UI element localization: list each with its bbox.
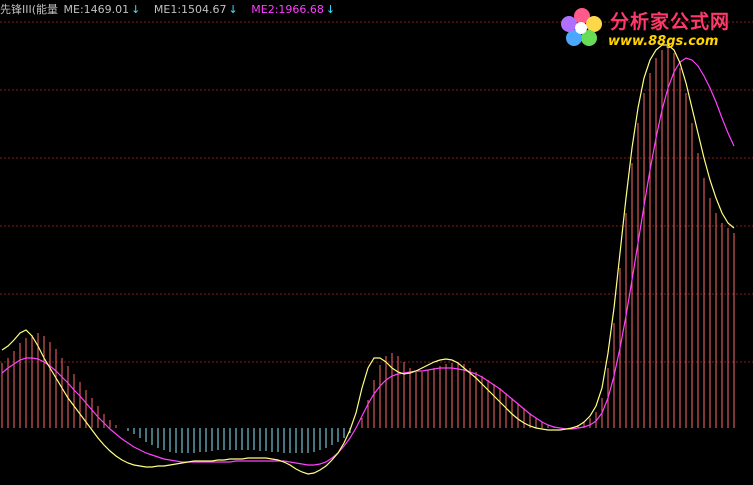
- flower-icon: [561, 8, 602, 46]
- histogram-bars: [1, 48, 735, 453]
- me1-value: ME1:1504.67: [153, 3, 227, 16]
- logo-url: www.88gs.com: [608, 34, 719, 49]
- indicator-header: 先锋III(能量 ME:1469.01 ↓ ME1:1504.67 ↓ ME2:19…: [0, 1, 345, 17]
- logo-title: 分析家公式网: [610, 11, 731, 33]
- me2-value: ME2:1966.68: [251, 3, 324, 16]
- site-logo: 分析家公式网 www.88gs.com: [556, 4, 752, 54]
- indicator-name: 先锋III(能量: [0, 3, 59, 16]
- me1-down-arrow-icon: ↓: [228, 3, 238, 16]
- indicator-chart: [0, 21, 753, 475]
- me2-down-arrow-icon: ↓: [325, 3, 336, 16]
- me-down-arrow-icon: ↓: [131, 3, 141, 16]
- grid-lines: [0, 21, 753, 363]
- me-value: ME:1469.01: [63, 3, 130, 16]
- me2-line: [1, 57, 735, 466]
